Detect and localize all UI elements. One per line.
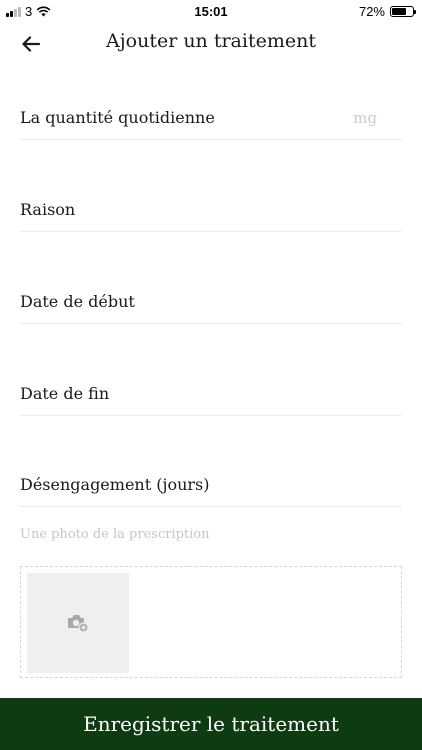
daily-quantity-field[interactable]: La quantité quotidienne mg [20,92,402,140]
save-button[interactable]: Enregistrer le traitement [0,698,422,750]
start-date-field[interactable]: Date de début [20,276,402,324]
unit-label: mg [353,109,377,127]
disengagement-field[interactable]: Désengagement (jours) [20,459,402,507]
status-bar: 3 15:01 72% [0,0,422,22]
photo-label: Une photo de la prescription [20,527,210,542]
battery-level [392,8,407,15]
end-date-field[interactable]: Date de fin [20,368,402,416]
disengagement-label: Désengagement (jours) [20,475,210,494]
add-photo-button[interactable] [27,573,129,673]
page-title: Ajouter un traitement [106,30,316,52]
start-date-label: Date de début [20,292,135,311]
reason-field[interactable]: Raison [20,184,402,232]
battery-icon [390,6,416,17]
end-date-label: Date de fin [20,384,110,403]
camera-add-icon [68,615,89,633]
reason-label: Raison [20,200,76,219]
header: Ajouter un traitement [0,24,422,64]
battery-percent: 72% [358,4,385,19]
photo-upload-area [20,566,402,678]
daily-quantity-label: La quantité quotidienne [20,108,215,127]
status-right: 72% [358,4,416,19]
